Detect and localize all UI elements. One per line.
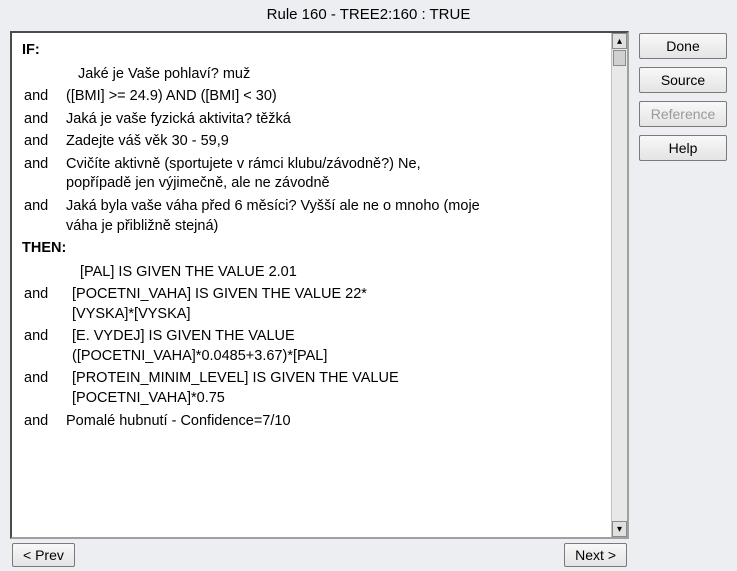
scroll-thumb[interactable] [613,50,626,66]
done-button[interactable]: Done [639,33,727,59]
then-action: and [PROTEIN_MINIM_LEVEL] IS GIVEN THE V… [22,369,601,408]
rule-op: and [22,155,66,175]
source-button[interactable]: Source [639,67,727,93]
scroll-up-arrow-icon[interactable]: ▴ [612,33,627,49]
nav-row: < Prev Next > [10,539,629,567]
if-condition: and Cvičíte aktivně (sportujete v rámci … [22,155,601,194]
rule-text: [POCETNI_VAHA] IS GIVEN THE VALUE 22*[VY… [66,285,416,324]
if-condition: and Jaká byla vaše váha před 6 měsíci? V… [22,197,601,236]
rule-op: and [22,197,66,217]
content-column: IF: Jaké je Vaše pohlaví? muž and ([BMI]… [10,31,629,567]
vertical-scrollbar[interactable]: ▴ ▾ [611,33,627,537]
body-row: IF: Jaké je Vaše pohlaví? muž and ([BMI]… [0,31,737,571]
rule-text: Jaké je Vaše pohlaví? muž [66,65,601,85]
rule-text: Zadejte váš věk 30 - 59,9 [66,132,601,152]
if-header: IF: [22,41,601,61]
if-condition: Jaké je Vaše pohlaví? muž [22,65,601,85]
rule-dialog: Rule 160 - TREE2:160 : TRUE IF: Jaké je … [0,0,737,571]
rule-text-area: IF: Jaké je Vaše pohlaví? muž and ([BMI]… [12,33,611,537]
rule-text: Cvičíte aktivně (sportujete v rámci klub… [66,155,486,194]
rule-op: and [22,110,66,130]
next-button[interactable]: Next > [564,543,627,567]
rule-op: and [22,132,66,152]
then-action: and [E. VYDEJ] IS GIVEN THE VALUE ([POCE… [22,327,601,366]
if-condition: and Zadejte váš věk 30 - 59,9 [22,132,601,152]
rule-op: and [22,285,66,305]
then-action: and Pomalé hubnutí - Confidence=7/10 [22,412,601,432]
rule-text: Jaká je vaše fyzická aktivita? těžká [66,110,601,130]
rule-text-frame: IF: Jaké je Vaše pohlaví? muž and ([BMI]… [10,31,629,539]
window-title: Rule 160 - TREE2:160 : TRUE [0,0,737,31]
rule-text: ([BMI] >= 24.9) AND ([BMI] < 30) [66,87,601,107]
help-button[interactable]: Help [639,135,727,161]
rule-op: and [22,87,66,107]
rule-text: [PAL] IS GIVEN THE VALUE 2.01 [66,263,601,283]
scroll-down-arrow-icon[interactable]: ▾ [612,521,627,537]
side-button-column: Done Source Reference Help [639,31,727,567]
rule-op: and [22,412,66,432]
rule-text: [E. VYDEJ] IS GIVEN THE VALUE ([POCETNI_… [66,327,416,366]
rule-text: Jaká byla vaše váha před 6 měsíci? Vyšší… [66,197,486,236]
then-action: and [POCETNI_VAHA] IS GIVEN THE VALUE 22… [22,285,601,324]
rule-text: [PROTEIN_MINIM_LEVEL] IS GIVEN THE VALUE… [66,369,466,408]
then-header: THEN: [22,239,601,259]
rule-op: and [22,369,66,389]
if-condition: and ([BMI] >= 24.9) AND ([BMI] < 30) [22,87,601,107]
if-condition: and Jaká je vaše fyzická aktivita? těžká [22,110,601,130]
reference-button: Reference [639,101,727,127]
rule-text: Pomalé hubnutí - Confidence=7/10 [66,412,601,432]
prev-button[interactable]: < Prev [12,543,75,567]
then-action: [PAL] IS GIVEN THE VALUE 2.01 [22,263,601,283]
rule-op: and [22,327,66,347]
